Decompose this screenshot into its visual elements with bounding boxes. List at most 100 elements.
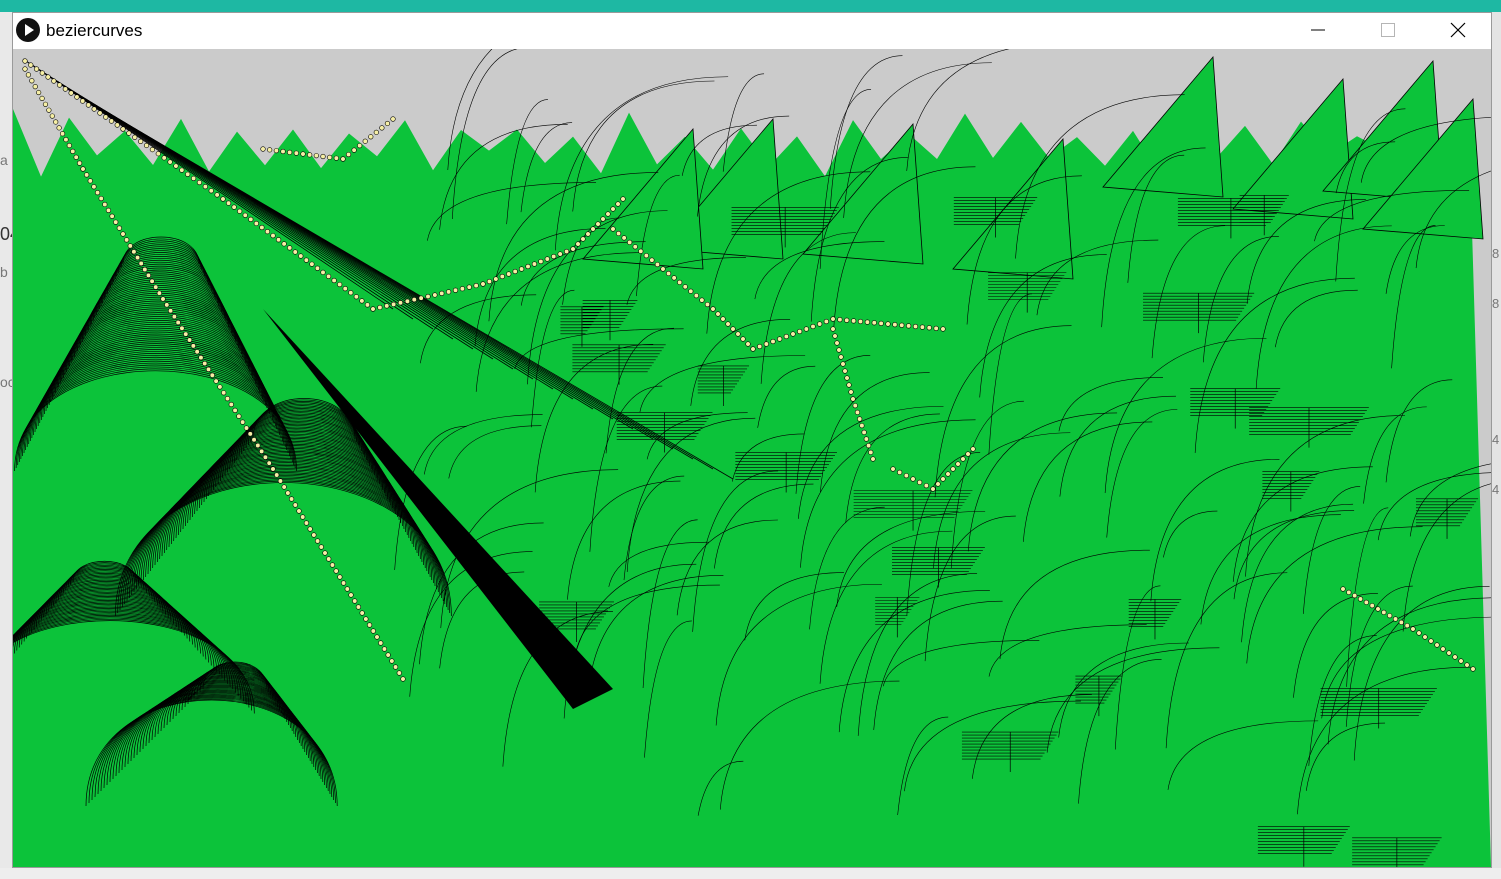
control-point <box>897 469 903 475</box>
control-point <box>1428 638 1434 644</box>
control-point <box>370 306 376 312</box>
control-point <box>868 449 874 455</box>
control-point <box>364 302 371 308</box>
control-point <box>293 150 299 156</box>
bezier-curve <box>906 49 1010 171</box>
control-point <box>851 318 857 324</box>
control-point <box>740 336 746 342</box>
close-button[interactable] <box>1423 13 1491 47</box>
control-point <box>885 321 891 327</box>
control-point <box>62 86 68 92</box>
control-point <box>205 366 212 372</box>
control-point <box>632 244 638 250</box>
desktop-accent-bar <box>0 0 1501 12</box>
control-point <box>97 110 103 116</box>
control-point <box>28 62 34 68</box>
control-point <box>337 281 343 288</box>
control-point <box>919 324 925 330</box>
control-point <box>605 211 611 217</box>
control-point <box>544 256 550 262</box>
control-point <box>1410 626 1416 632</box>
control-point <box>933 325 939 331</box>
control-point <box>114 122 120 128</box>
control-point <box>817 321 823 327</box>
control-point <box>531 261 538 267</box>
control-point <box>865 443 872 449</box>
control-point <box>231 204 237 210</box>
control-point <box>66 142 72 149</box>
control-point <box>243 425 250 431</box>
control-point <box>253 220 259 227</box>
control-point <box>725 321 731 327</box>
control-point <box>871 320 877 326</box>
control-point <box>76 160 83 166</box>
control-point <box>259 224 265 231</box>
control-point <box>292 249 298 255</box>
control-point <box>105 207 112 213</box>
control-point <box>340 580 347 586</box>
control-point <box>846 382 852 388</box>
minimize-button[interactable] <box>1283 13 1353 47</box>
control-point <box>273 148 279 154</box>
control-point <box>750 346 756 352</box>
control-point <box>63 136 69 143</box>
control-point <box>693 293 699 299</box>
control-point <box>854 409 861 415</box>
control-point <box>56 125 62 131</box>
control-point <box>379 125 385 131</box>
control-point <box>357 143 363 149</box>
control-point <box>1404 623 1410 629</box>
sketch-canvas[interactable] <box>13 49 1491 867</box>
control-point <box>153 284 159 290</box>
maximize-button[interactable] <box>1353 13 1423 47</box>
control-point <box>84 172 90 178</box>
control-point <box>368 134 374 140</box>
title-bar[interactable]: beziercurves <box>13 13 1491 49</box>
control-point <box>848 389 854 395</box>
control-point <box>621 235 627 241</box>
control-point <box>757 343 763 350</box>
control-point <box>499 273 505 280</box>
control-point <box>42 101 49 107</box>
control-point <box>899 322 905 328</box>
control-point <box>240 419 246 425</box>
control-point <box>333 155 339 161</box>
control-point <box>247 431 253 437</box>
control-point <box>381 646 388 652</box>
control-point <box>362 138 368 144</box>
control-point <box>102 201 108 208</box>
control-point <box>255 442 261 449</box>
control-point <box>325 273 332 280</box>
control-point <box>917 479 923 485</box>
control-point <box>710 306 716 312</box>
control-point <box>1381 609 1387 615</box>
background-window-right: 8 8 4 4 <box>1492 12 1501 879</box>
control-point <box>745 341 751 347</box>
control-point <box>1340 586 1346 592</box>
control-point <box>232 407 238 413</box>
control-point <box>318 544 324 550</box>
control-point <box>834 340 840 346</box>
background-taskbar-strip <box>0 868 1501 879</box>
control-point <box>790 331 796 337</box>
control-point <box>160 296 166 302</box>
control-point <box>287 149 293 155</box>
control-point <box>124 237 130 243</box>
control-point <box>735 331 741 337</box>
bezier-artwork <box>13 49 1491 867</box>
control-point <box>378 640 384 646</box>
control-point <box>300 514 306 520</box>
control-point <box>298 253 304 259</box>
control-point <box>473 282 479 289</box>
control-point <box>340 156 346 162</box>
control-point <box>262 454 269 460</box>
control-point <box>348 290 354 296</box>
control-point <box>164 302 170 308</box>
control-point <box>287 245 293 251</box>
control-point <box>384 303 390 309</box>
control-point <box>281 241 287 247</box>
control-point <box>251 437 257 443</box>
control-point <box>202 184 208 190</box>
background-window-left: a 04 b oc <box>0 12 20 879</box>
control-point <box>138 260 144 267</box>
